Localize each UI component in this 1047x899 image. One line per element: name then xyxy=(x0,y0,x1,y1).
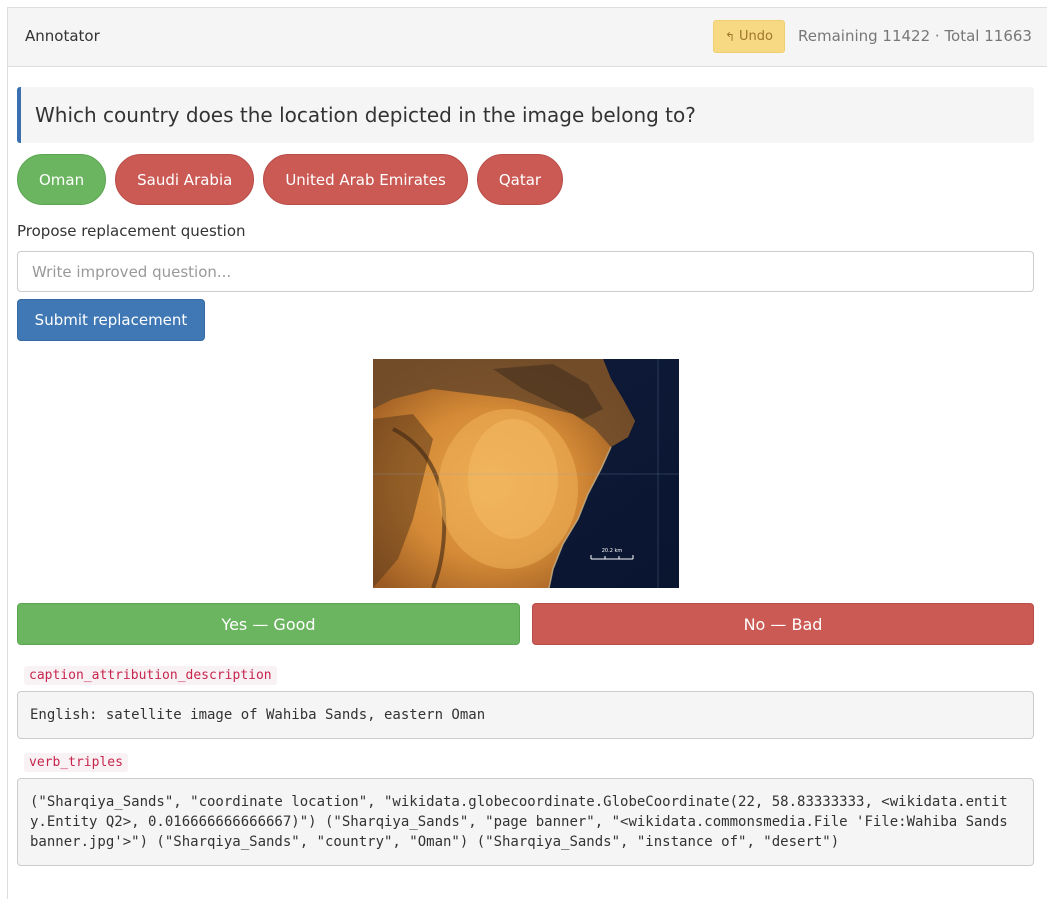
answer-options: Oman Saudi Arabia United Arab Emirates Q… xyxy=(17,154,564,205)
answer-option-qatar[interactable]: Qatar xyxy=(476,154,564,205)
progress-counts: Remaining 11422 · Total 11663 xyxy=(798,27,1032,45)
answer-option-saudi-arabia[interactable]: Saudi Arabia xyxy=(115,154,255,205)
undo-button[interactable]: ↰ Undo xyxy=(713,20,785,53)
satellite-image: 20.2 km xyxy=(373,359,679,588)
field-key-caption: caption_attribution_description xyxy=(24,666,277,685)
field-value-verb-triples: ("Sharqiya_Sands", "coordinate location"… xyxy=(17,778,1034,866)
panel-header: Annotator ↰ Undo Remaining 11422 · Total… xyxy=(8,8,1047,67)
propose-label: Propose replacement question xyxy=(17,222,246,240)
app-title: Annotator xyxy=(25,27,100,45)
undo-label: Undo xyxy=(739,29,774,44)
yes-good-button[interactable]: Yes — Good xyxy=(17,603,520,645)
no-bad-button[interactable]: No — Bad xyxy=(532,603,1034,645)
answer-option-oman[interactable]: Oman xyxy=(17,154,107,205)
scale-bar-label: 20.2 km xyxy=(602,548,623,554)
submit-replacement-button[interactable]: Submit replacement xyxy=(17,299,205,341)
undo-arrow-icon: ↰ xyxy=(724,29,736,44)
field-key-verb-triples: verb_triples xyxy=(24,753,128,772)
field-value-caption: English: satellite image of Wahiba Sands… xyxy=(17,691,1034,739)
answer-option-united-arab-emirates[interactable]: United Arab Emirates xyxy=(263,154,468,205)
question-text: Which country does the location depicted… xyxy=(17,87,1034,143)
replacement-question-input[interactable] xyxy=(17,251,1034,292)
